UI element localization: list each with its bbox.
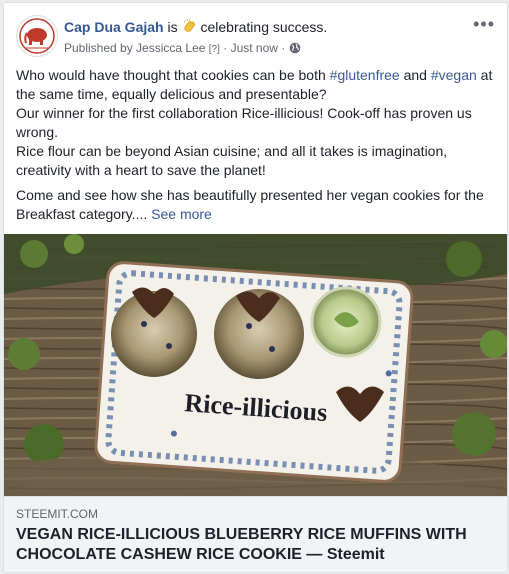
post-paragraph-1: Who would have thought that cookies can …	[16, 67, 493, 178]
header-line-2: Published by Jessicca Lee [?] · Just now…	[64, 40, 327, 58]
page-avatar[interactable]	[16, 15, 58, 57]
link-title[interactable]: VEGAN RICE-ILLICIOUS BLUEBERRY RICE MUFF…	[16, 525, 495, 565]
hashtag-glutenfree[interactable]: #glutenfree	[330, 67, 400, 83]
published-by: Published by Jessicca Lee	[64, 41, 206, 55]
see-more-link[interactable]: See more	[151, 206, 212, 222]
post-header: Cap Dua Gajah is celebrating success. Pu…	[16, 15, 495, 59]
post-options-menu-icon[interactable]: •••	[473, 15, 495, 33]
separator: ·	[281, 41, 286, 55]
post-paragraph-2: Come and see how she has beautifully pre…	[16, 187, 484, 222]
separator: ·	[223, 41, 228, 55]
timestamp-link[interactable]: Just now	[231, 41, 278, 55]
globe-icon[interactable]	[289, 42, 301, 58]
header-line-1: Cap Dua Gajah is celebrating success.	[64, 18, 327, 38]
hashtag-vegan[interactable]: #vegan	[431, 67, 477, 83]
is-text: is	[163, 19, 182, 35]
page-name-link[interactable]: Cap Dua Gajah	[64, 19, 164, 35]
link-preview[interactable]: STEEMIT.COM VEGAN RICE-ILLICIOUS BLUEBER…	[4, 496, 507, 572]
help-marker[interactable]: [?]	[209, 44, 220, 55]
activity-text: celebrating success.	[200, 19, 328, 35]
post-image[interactable]: Rice-illicious	[4, 234, 507, 496]
post-card: Cap Dua Gajah is celebrating success. Pu…	[3, 2, 508, 573]
elephant-logo-icon	[19, 18, 55, 54]
cookies-plate-photo: Rice-illicious	[4, 234, 507, 496]
link-domain: STEEMIT.COM	[16, 507, 99, 521]
post-text: Who would have thought that cookies can …	[16, 66, 497, 224]
header-text: Cap Dua Gajah is celebrating success. Pu…	[64, 18, 327, 58]
clapping-hands-icon	[182, 19, 197, 38]
